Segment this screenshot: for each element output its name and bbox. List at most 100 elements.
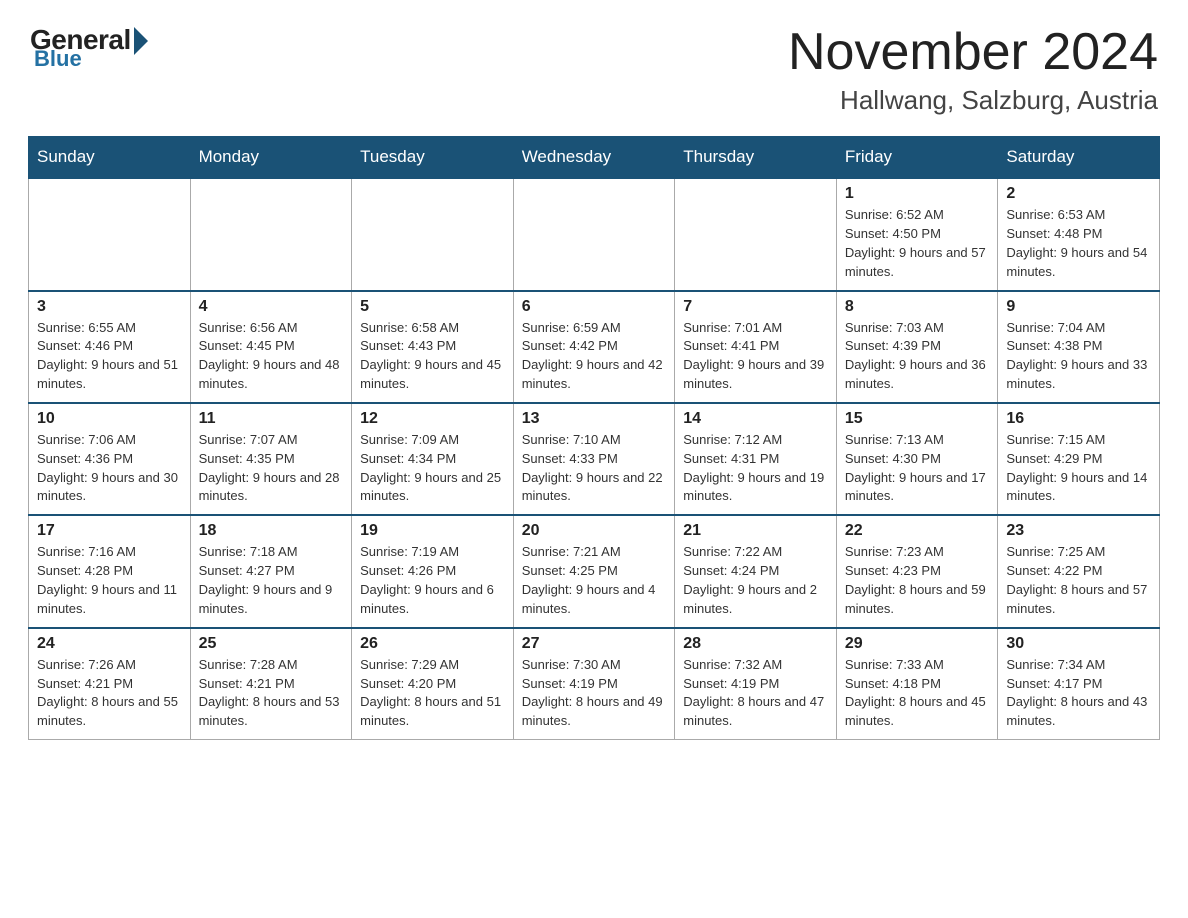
calendar-cell: 28Sunrise: 7:32 AM Sunset: 4:19 PM Dayli… (675, 628, 837, 740)
day-info: Sunrise: 7:18 AM Sunset: 4:27 PM Dayligh… (199, 544, 333, 616)
day-info: Sunrise: 7:06 AM Sunset: 4:36 PM Dayligh… (37, 432, 178, 504)
day-info: Sunrise: 7:19 AM Sunset: 4:26 PM Dayligh… (360, 544, 494, 616)
logo: General Blue (30, 24, 148, 72)
calendar-cell: 5 Sunrise: 6:58 AM Sunset: 4:43 PM Daylig… (352, 291, 514, 403)
day-number: 18 (199, 522, 344, 540)
day-number: 16 (1006, 410, 1151, 428)
weekday-header-thursday: Thursday (675, 137, 837, 179)
calendar-week-5: 24 Sunrise: 7:26 AM Sunset: 4:21 PM Dayli… (29, 628, 1160, 740)
day-info: Sunrise: 7:01 AM Sunset: 4:41 PM Dayligh… (683, 320, 824, 392)
calendar-cell: 21Sunrise: 7:22 AM Sunset: 4:24 PM Dayli… (675, 515, 837, 627)
day-number: 24 (37, 635, 182, 653)
calendar-cell: 24 Sunrise: 7:26 AM Sunset: 4:21 PM Dayli… (29, 628, 191, 740)
weekday-header-saturday: Saturday (998, 137, 1160, 179)
calendar-table: SundayMondayTuesdayWednesdayThursdayFrid… (28, 136, 1160, 740)
page-header: General Blue November 2024 Hallwang, Sal… (0, 0, 1188, 126)
day-number: 14 (683, 410, 828, 428)
day-info: Sunrise: 7:30 AM Sunset: 4:19 PM Dayligh… (522, 657, 663, 729)
calendar-week-2: 3Sunrise: 6:55 AM Sunset: 4:46 PM Daylig… (29, 291, 1160, 403)
calendar-cell: 13 Sunrise: 7:10 AM Sunset: 4:33 PM Dayli… (513, 403, 675, 515)
calendar-cell: 14 Sunrise: 7:12 AM Sunset: 4:31 PM Dayli… (675, 403, 837, 515)
day-info: Sunrise: 7:07 AM Sunset: 4:35 PM Dayligh… (199, 432, 340, 504)
day-info: Sunrise: 6:55 AM Sunset: 4:46 PM Dayligh… (37, 320, 178, 392)
calendar-week-3: 10 Sunrise: 7:06 AM Sunset: 4:36 PM Dayli… (29, 403, 1160, 515)
day-info: Sunrise: 7:28 AM Sunset: 4:21 PM Dayligh… (199, 657, 340, 729)
day-number: 12 (360, 410, 505, 428)
calendar-cell: 11 Sunrise: 7:07 AM Sunset: 4:35 PM Dayli… (190, 403, 352, 515)
main-title: November 2024 (788, 24, 1158, 81)
day-info: Sunrise: 7:33 AM Sunset: 4:18 PM Dayligh… (845, 657, 986, 729)
calendar-cell: 16 Sunrise: 7:15 AM Sunset: 4:29 PM Dayli… (998, 403, 1160, 515)
day-info: Sunrise: 7:32 AM Sunset: 4:19 PM Dayligh… (683, 657, 824, 729)
weekday-header-wednesday: Wednesday (513, 137, 675, 179)
calendar-cell: 1 Sunrise: 6:52 AM Sunset: 4:50 PM Daylig… (836, 178, 998, 290)
day-info: Sunrise: 7:23 AM Sunset: 4:23 PM Dayligh… (845, 544, 986, 616)
day-number: 22 (845, 522, 990, 540)
day-info: Sunrise: 6:53 AM Sunset: 4:48 PM Dayligh… (1006, 207, 1147, 279)
day-number: 23 (1006, 522, 1151, 540)
day-number: 11 (199, 410, 344, 428)
day-number: 2 (1006, 185, 1151, 203)
calendar-cell: 3Sunrise: 6:55 AM Sunset: 4:46 PM Daylig… (29, 291, 191, 403)
day-info: Sunrise: 7:29 AM Sunset: 4:20 PM Dayligh… (360, 657, 501, 729)
day-number: 26 (360, 635, 505, 653)
day-info: Sunrise: 7:15 AM Sunset: 4:29 PM Dayligh… (1006, 432, 1147, 504)
day-info: Sunrise: 7:13 AM Sunset: 4:30 PM Dayligh… (845, 432, 986, 504)
day-number: 8 (845, 298, 990, 316)
logo-blue-text: Blue (34, 46, 82, 72)
day-number: 4 (199, 298, 344, 316)
day-info: Sunrise: 7:26 AM Sunset: 4:21 PM Dayligh… (37, 657, 178, 729)
calendar-cell (190, 178, 352, 290)
day-number: 10 (37, 410, 182, 428)
calendar-cell: 12 Sunrise: 7:09 AM Sunset: 4:34 PM Dayli… (352, 403, 514, 515)
subtitle: Hallwang, Salzburg, Austria (788, 85, 1158, 116)
day-number: 9 (1006, 298, 1151, 316)
calendar-week-4: 17Sunrise: 7:16 AM Sunset: 4:28 PM Dayli… (29, 515, 1160, 627)
weekday-header-monday: Monday (190, 137, 352, 179)
day-info: Sunrise: 7:03 AM Sunset: 4:39 PM Dayligh… (845, 320, 986, 392)
day-number: 30 (1006, 635, 1151, 653)
calendar-cell (352, 178, 514, 290)
day-info: Sunrise: 6:58 AM Sunset: 4:43 PM Dayligh… (360, 320, 501, 392)
day-number: 6 (522, 298, 667, 316)
day-number: 13 (522, 410, 667, 428)
day-info: Sunrise: 7:12 AM Sunset: 4:31 PM Dayligh… (683, 432, 824, 504)
day-number: 1 (845, 185, 990, 203)
calendar-cell: 9Sunrise: 7:04 AM Sunset: 4:38 PM Daylig… (998, 291, 1160, 403)
day-number: 7 (683, 298, 828, 316)
day-number: 29 (845, 635, 990, 653)
calendar-week-1: 1 Sunrise: 6:52 AM Sunset: 4:50 PM Daylig… (29, 178, 1160, 290)
calendar-cell: 15 Sunrise: 7:13 AM Sunset: 4:30 PM Dayli… (836, 403, 998, 515)
calendar-cell: 20 Sunrise: 7:21 AM Sunset: 4:25 PM Dayli… (513, 515, 675, 627)
day-info: Sunrise: 7:10 AM Sunset: 4:33 PM Dayligh… (522, 432, 663, 504)
day-number: 20 (522, 522, 667, 540)
calendar-cell: 7 Sunrise: 7:01 AM Sunset: 4:41 PM Daylig… (675, 291, 837, 403)
day-info: Sunrise: 7:16 AM Sunset: 4:28 PM Dayligh… (37, 544, 177, 616)
calendar-cell: 23 Sunrise: 7:25 AM Sunset: 4:22 PM Dayli… (998, 515, 1160, 627)
day-info: Sunrise: 7:21 AM Sunset: 4:25 PM Dayligh… (522, 544, 656, 616)
day-number: 5 (360, 298, 505, 316)
weekday-header-friday: Friday (836, 137, 998, 179)
day-info: Sunrise: 6:59 AM Sunset: 4:42 PM Dayligh… (522, 320, 663, 392)
calendar-cell (675, 178, 837, 290)
calendar-cell: 4Sunrise: 6:56 AM Sunset: 4:45 PM Daylig… (190, 291, 352, 403)
calendar-cell (513, 178, 675, 290)
calendar-cell: 17Sunrise: 7:16 AM Sunset: 4:28 PM Dayli… (29, 515, 191, 627)
day-number: 19 (360, 522, 505, 540)
calendar-cell: 8 Sunrise: 7:03 AM Sunset: 4:39 PM Daylig… (836, 291, 998, 403)
day-number: 15 (845, 410, 990, 428)
weekday-header-tuesday: Tuesday (352, 137, 514, 179)
day-info: Sunrise: 6:52 AM Sunset: 4:50 PM Dayligh… (845, 207, 986, 279)
day-info: Sunrise: 7:09 AM Sunset: 4:34 PM Dayligh… (360, 432, 501, 504)
weekday-header-sunday: Sunday (29, 137, 191, 179)
calendar-cell: 25Sunrise: 7:28 AM Sunset: 4:21 PM Dayli… (190, 628, 352, 740)
day-info: Sunrise: 7:25 AM Sunset: 4:22 PM Dayligh… (1006, 544, 1147, 616)
calendar-cell: 26 Sunrise: 7:29 AM Sunset: 4:20 PM Dayli… (352, 628, 514, 740)
calendar-cell (29, 178, 191, 290)
day-number: 27 (522, 635, 667, 653)
calendar-cell: 22 Sunrise: 7:23 AM Sunset: 4:23 PM Dayli… (836, 515, 998, 627)
calendar-cell: 2 Sunrise: 6:53 AM Sunset: 4:48 PM Daylig… (998, 178, 1160, 290)
day-info: Sunrise: 7:34 AM Sunset: 4:17 PM Dayligh… (1006, 657, 1147, 729)
calendar-cell: 18 Sunrise: 7:18 AM Sunset: 4:27 PM Dayli… (190, 515, 352, 627)
calendar-cell: 30 Sunrise: 7:34 AM Sunset: 4:17 PM Dayli… (998, 628, 1160, 740)
